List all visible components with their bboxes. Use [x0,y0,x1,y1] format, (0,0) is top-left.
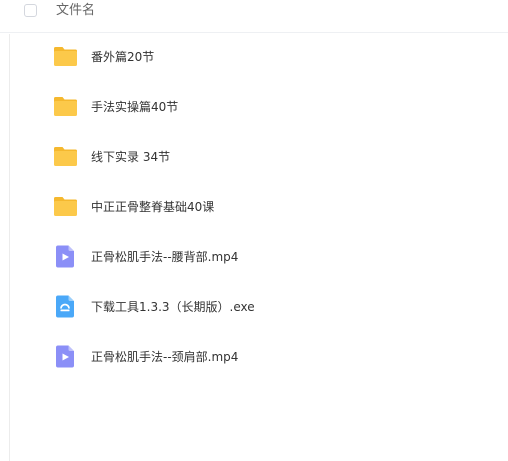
file-row[interactable]: 下载工具1.3.3（长期版）.exe [0,283,508,333]
exe-file-icon [53,294,78,319]
folder-icon [53,144,78,169]
file-name[interactable]: 线下实录 34节 [91,149,170,165]
video-file-icon [53,244,78,269]
file-browser: 文件名 番外篇20节 手法实操篇40节 线下实录 34节 中正正骨整脊基础40课… [0,0,508,461]
select-all-checkbox[interactable] [24,4,37,17]
file-row[interactable]: 手法实操篇40节 [0,83,508,133]
file-name[interactable]: 下载工具1.3.3（长期版）.exe [91,299,255,315]
video-file-icon [53,344,78,369]
file-name[interactable]: 正骨松肌手法--颈肩部.mp4 [91,349,238,365]
file-row[interactable]: 正骨松肌手法--颈肩部.mp4 [0,333,508,383]
file-row[interactable]: 线下实录 34节 [0,133,508,183]
file-list: 番外篇20节 手法实操篇40节 线下实录 34节 中正正骨整脊基础40课 正骨松… [0,33,508,383]
file-name[interactable]: 手法实操篇40节 [91,99,178,115]
list-header: 文件名 [0,0,508,33]
column-header-filename[interactable]: 文件名 [56,3,95,19]
folder-icon [53,44,78,69]
file-row[interactable]: 中正正骨整脊基础40课 [0,183,508,233]
file-row[interactable]: 正骨松肌手法--腰背部.mp4 [0,233,508,283]
folder-icon [53,194,78,219]
file-name[interactable]: 正骨松肌手法--腰背部.mp4 [91,249,238,265]
file-name[interactable]: 番外篇20节 [91,49,154,65]
file-name[interactable]: 中正正骨整脊基础40课 [91,199,214,215]
folder-icon [53,94,78,119]
file-row[interactable]: 番外篇20节 [0,33,508,83]
